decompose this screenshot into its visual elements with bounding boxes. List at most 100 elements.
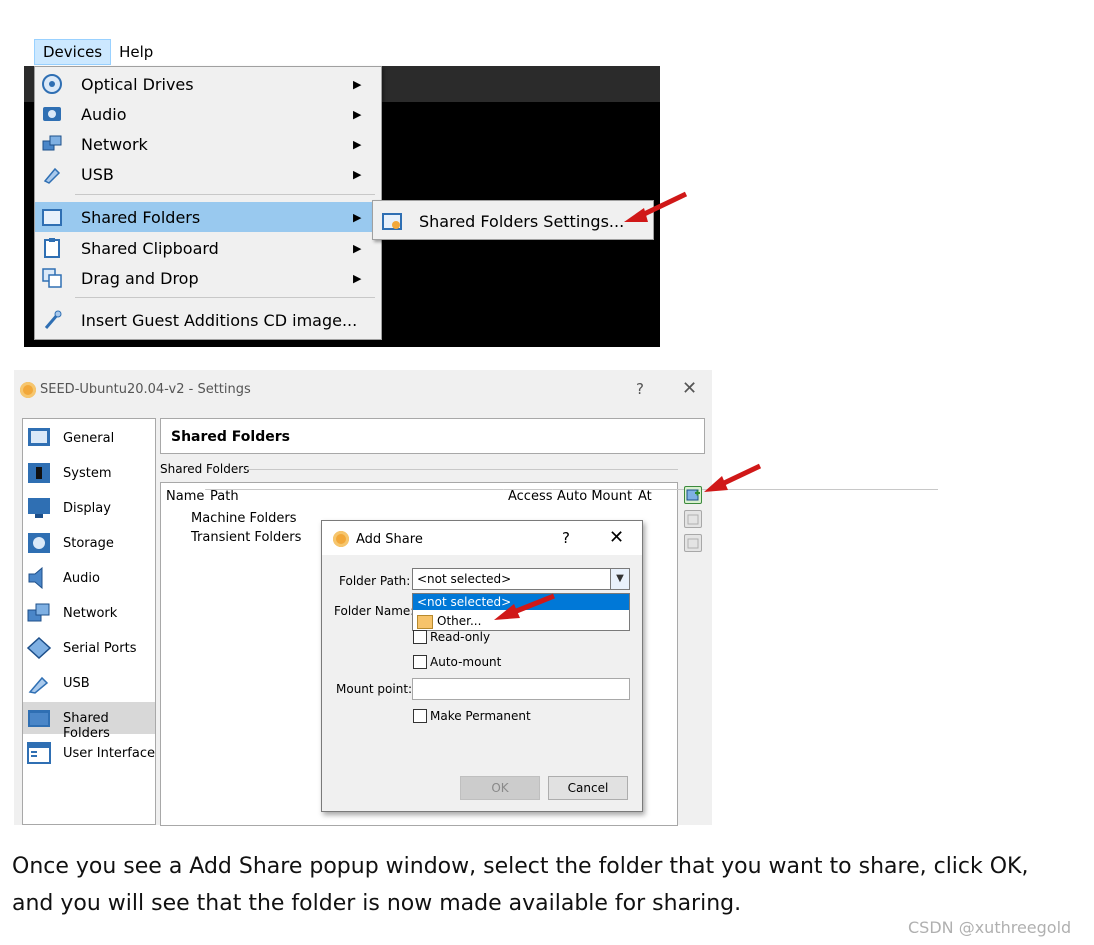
caption-text: Once you see a Add Share popup window, s… bbox=[12, 854, 1029, 916]
system-icon bbox=[28, 463, 50, 483]
window-title: SEED-Ubuntu20.04-v2 - Settings bbox=[40, 382, 251, 397]
category-user-interface[interactable]: User Interface bbox=[23, 737, 155, 769]
category-display[interactable]: Display bbox=[23, 492, 155, 524]
close-button[interactable]: ✕ bbox=[682, 378, 697, 399]
folder-path-value: <not selected> bbox=[417, 572, 512, 586]
shared-folder-settings-icon bbox=[382, 213, 402, 230]
make-permanent-label: Make Permanent bbox=[430, 709, 531, 723]
category-usb[interactable]: USB bbox=[23, 667, 155, 699]
make-permanent-checkbox[interactable] bbox=[413, 709, 427, 723]
menu-item-network[interactable]: Network ▶ bbox=[35, 129, 381, 159]
cancel-button[interactable]: Cancel bbox=[548, 776, 628, 800]
group-divider bbox=[246, 469, 678, 470]
annotation-arrow bbox=[494, 593, 555, 620]
general-icon bbox=[28, 428, 50, 446]
disc-icon bbox=[42, 74, 62, 94]
folder-path-label: Folder Path: bbox=[339, 574, 411, 588]
folder-icon bbox=[42, 209, 62, 226]
category-network[interactable]: Network bbox=[23, 597, 155, 629]
menu-item-label: Insert Guest Additions CD image... bbox=[81, 310, 358, 330]
annotation-arrow bbox=[624, 191, 688, 222]
category-general[interactable]: General bbox=[23, 422, 155, 454]
category-label: Audio bbox=[63, 571, 100, 586]
category-storage[interactable]: Storage bbox=[23, 527, 155, 559]
auto-mount-checkbox[interactable] bbox=[413, 655, 427, 669]
panel-title-text: Shared Folders bbox=[171, 429, 290, 445]
category-label: User Interface bbox=[63, 746, 155, 761]
menu-item-label: Drag and Drop bbox=[81, 268, 199, 288]
chevron-right-icon: ▶ bbox=[353, 210, 362, 224]
folder-path-combo[interactable]: <not selected> ▼ bbox=[412, 568, 630, 590]
category-label: System bbox=[63, 466, 112, 481]
chevron-right-icon: ▶ bbox=[353, 77, 362, 91]
usb-icon bbox=[28, 676, 49, 694]
menu-item-audio[interactable]: Audio ▶ bbox=[35, 99, 381, 129]
category-audio[interactable]: Audio bbox=[23, 562, 155, 594]
serial-port-icon bbox=[27, 637, 51, 659]
chevron-right-icon: ▶ bbox=[353, 241, 362, 255]
drag-drop-icon bbox=[42, 268, 62, 288]
category-label: General bbox=[63, 431, 115, 446]
menu-item-label: Audio bbox=[81, 104, 127, 124]
mount-point-input[interactable] bbox=[412, 678, 630, 700]
guest-additions-icon bbox=[44, 310, 62, 329]
menu-devices[interactable]: Devices bbox=[34, 39, 112, 65]
close-button[interactable]: ✕ bbox=[609, 527, 624, 548]
add-share-dialog: Add Share ? ✕ Folder Path: <not selected… bbox=[321, 520, 643, 812]
read-only-checkbox[interactable] bbox=[413, 630, 427, 644]
menu-item-drag-and-drop[interactable]: Drag and Drop ▶ bbox=[35, 263, 381, 293]
category-system[interactable]: System bbox=[23, 457, 155, 489]
submenu-item-shared-folders-settings[interactable]: Shared Folders Settings... bbox=[419, 212, 624, 231]
category-label: Storage bbox=[63, 536, 114, 551]
remove-share-button[interactable] bbox=[684, 534, 702, 552]
clipboard-icon bbox=[44, 238, 60, 258]
user-interface-icon bbox=[27, 742, 51, 764]
folder-name-label: Folder Name: bbox=[334, 604, 415, 618]
network-icon bbox=[42, 135, 62, 151]
annotation-arrow bbox=[704, 463, 762, 492]
category-serial-ports[interactable]: Serial Ports bbox=[23, 632, 155, 664]
virtualbox-icon bbox=[333, 531, 349, 547]
panel-title: Shared Folders bbox=[160, 418, 705, 454]
chevron-right-icon: ▶ bbox=[353, 137, 362, 151]
menu-item-shared-folders[interactable]: Shared Folders ▶ bbox=[35, 202, 381, 232]
auto-mount-label: Auto-mount bbox=[430, 655, 502, 669]
chevron-right-icon: ▶ bbox=[353, 271, 362, 285]
menu-item-optical-drives[interactable]: Optical Drives ▶ bbox=[35, 69, 381, 99]
menu-item-label: Shared Folders bbox=[81, 207, 201, 227]
menu-item-insert-guest-additions[interactable]: Insert Guest Additions CD image... bbox=[35, 305, 381, 335]
menu-item-usb[interactable]: USB ▶ bbox=[35, 159, 381, 189]
audio-icon bbox=[28, 567, 43, 589]
chevron-down-icon[interactable]: ▼ bbox=[610, 569, 629, 589]
read-only-label: Read-only bbox=[430, 630, 491, 644]
display-icon bbox=[28, 498, 50, 518]
menu-item-label: Shared Clipboard bbox=[81, 238, 219, 258]
tree-node-machine-folders[interactable]: Machine Folders bbox=[191, 511, 297, 526]
mount-point-label: Mount point: bbox=[336, 682, 413, 696]
menu-item-label: Optical Drives bbox=[81, 74, 194, 94]
column-name[interactable]: Name bbox=[166, 489, 204, 504]
column-at[interactable]: At bbox=[633, 489, 938, 504]
add-folder-icon bbox=[686, 489, 700, 501]
devices-menu: Optical Drives ▶ Audio ▶ Network ▶ USB ▶… bbox=[34, 66, 382, 340]
menu-separator bbox=[75, 297, 375, 298]
column-path[interactable]: Path bbox=[205, 489, 510, 504]
chevron-right-icon: ▶ bbox=[353, 107, 362, 121]
category-label: USB bbox=[63, 676, 90, 691]
help-button[interactable]: ? bbox=[562, 529, 570, 547]
help-button[interactable]: ? bbox=[636, 380, 644, 398]
edit-folder-icon bbox=[687, 514, 699, 525]
menu-help[interactable]: Help bbox=[111, 40, 161, 64]
category-shared-folders[interactable]: Shared Folders bbox=[23, 702, 155, 741]
menu-separator bbox=[75, 194, 375, 195]
menu-item-label: USB bbox=[81, 164, 114, 184]
storage-icon bbox=[28, 533, 50, 553]
network-icon bbox=[27, 603, 50, 622]
edit-share-button[interactable] bbox=[684, 510, 702, 528]
ok-button[interactable]: OK bbox=[460, 776, 540, 800]
menu-item-shared-clipboard[interactable]: Shared Clipboard ▶ bbox=[35, 233, 381, 263]
tree-node-transient-folders[interactable]: Transient Folders bbox=[191, 530, 301, 545]
category-label: Serial Ports bbox=[63, 641, 137, 656]
category-label: Network bbox=[63, 606, 118, 621]
watermark: CSDN @xuthreegold bbox=[908, 918, 1072, 937]
